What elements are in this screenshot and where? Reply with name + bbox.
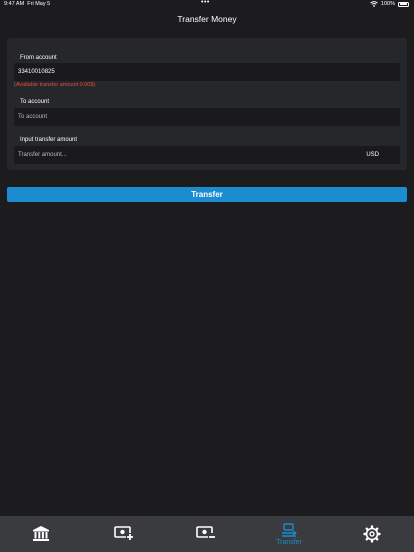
status-time: 9:47 AM Fri May 5 (4, 1, 51, 7)
status-indicators: 100% (370, 1, 409, 7)
bank-icon (33, 526, 49, 541)
available-amount-warning: (Available transfer amount 0.00$) (14, 82, 96, 88)
gear-icon (363, 525, 381, 543)
tab-bar: Transfer (0, 516, 414, 552)
tab-bank[interactable] (11, 516, 71, 552)
page-title: Transfer Money (177, 14, 237, 24)
transfer-amount-placeholder: Transfer amount... (18, 152, 67, 158)
to-account-label: To account (20, 99, 50, 105)
from-account-label: From account (20, 55, 57, 61)
to-account-placeholder: To account (18, 114, 48, 120)
currency-label: USD (366, 152, 379, 158)
multitasking-dots[interactable]: ••• (201, 0, 210, 6)
from-account-field[interactable]: 33410010825 (14, 63, 400, 81)
tab-withdraw[interactable] (176, 516, 236, 552)
transfer-amount-label: Input transfer amount (20, 137, 78, 143)
tab-transfer[interactable]: Transfer (259, 516, 319, 552)
status-bar: 9:47 AM Fri May 5 ••• 100% (0, 0, 414, 10)
deposit-icon (114, 526, 134, 541)
transfer-button[interactable]: Transfer (7, 187, 407, 202)
from-account-value: 33410010825 (18, 69, 55, 75)
tab-transfer-label: Transfer (276, 539, 302, 546)
transfer-amount-input[interactable]: Transfer amount... USD (14, 146, 400, 164)
transfer-form-card: From account 33410010825 (Available tran… (7, 38, 407, 170)
wifi-icon (370, 1, 378, 7)
battery-icon (398, 1, 409, 7)
tab-settings[interactable] (342, 516, 402, 552)
to-account-input[interactable]: To account (14, 108, 400, 126)
withdraw-icon (196, 526, 216, 541)
transfer-icon (282, 523, 297, 537)
tab-deposit[interactable] (94, 516, 154, 552)
battery-percent: 100% (380, 1, 395, 7)
